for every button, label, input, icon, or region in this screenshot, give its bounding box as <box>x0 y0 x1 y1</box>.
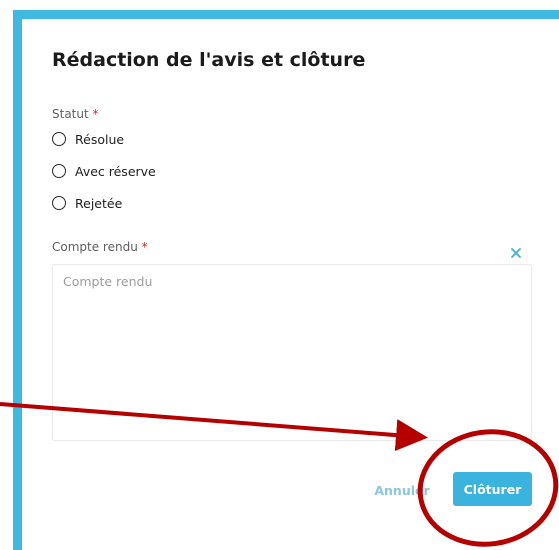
modal-left-border <box>13 10 22 550</box>
cancel-button[interactable]: Annuler <box>372 474 432 506</box>
radio-button[interactable] <box>52 164 66 178</box>
statut-label-group: Statut * <box>52 107 99 121</box>
close-icon[interactable] <box>509 246 523 260</box>
compte-rendu-label-group: Compte rendu * <box>52 240 148 254</box>
required-marker: * <box>141 240 148 254</box>
radio-option-avec-reserve[interactable]: Avec réserve <box>52 161 156 181</box>
radio-button[interactable] <box>52 132 66 146</box>
radio-label: Rejetée <box>75 195 123 211</box>
radio-option-resolue[interactable]: Résolue <box>52 129 124 149</box>
dialog-title: Rédaction de l'avis et clôture <box>52 49 366 71</box>
radio-label: Résolue <box>75 131 125 147</box>
required-marker: * <box>92 107 99 121</box>
compte-rendu-label: Compte rendu <box>52 240 138 254</box>
statut-label: Statut <box>52 107 89 121</box>
radio-button[interactable] <box>52 196 66 210</box>
dialog: Rédaction de l'avis et clôture Statut * … <box>22 19 559 550</box>
cloturer-button[interactable]: Clôturer <box>453 472 532 506</box>
radio-label: Avec réserve <box>75 163 156 179</box>
compte-rendu-field[interactable] <box>52 264 532 441</box>
radio-option-rejetee[interactable]: Rejetée <box>52 193 122 213</box>
modal-top-border <box>13 10 559 19</box>
